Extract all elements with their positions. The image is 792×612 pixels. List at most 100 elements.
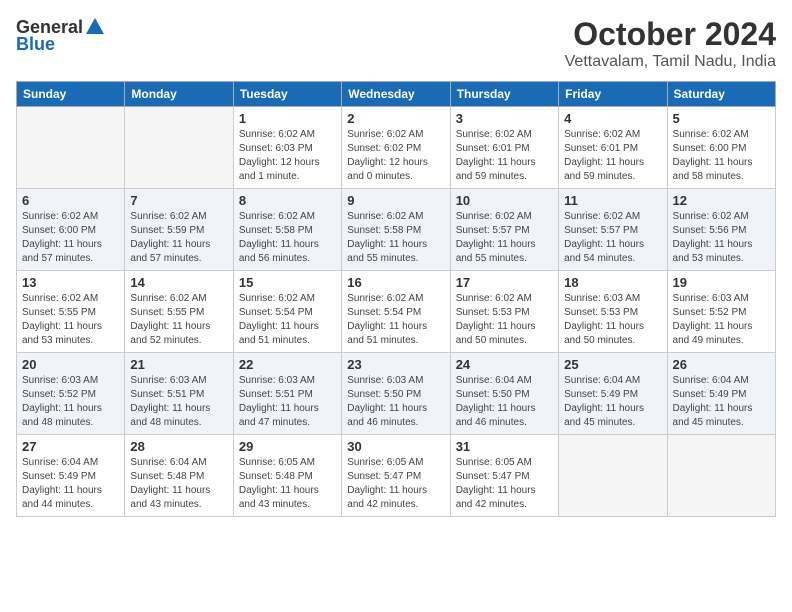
day-number: 15 (239, 275, 336, 290)
header: General Blue October 2024 Vettavalam, Ta… (16, 16, 776, 71)
day-info: Sunrise: 6:02 AM Sunset: 6:02 PM Dayligh… (347, 128, 444, 184)
header-saturday: Saturday (667, 82, 775, 107)
day-info: Sunrise: 6:02 AM Sunset: 6:03 PM Dayligh… (239, 128, 336, 184)
day-info: Sunrise: 6:04 AM Sunset: 5:49 PM Dayligh… (673, 374, 770, 430)
calendar-cell: 8 Sunrise: 6:02 AM Sunset: 5:58 PM Daylig… (233, 189, 341, 271)
calendar-week-5: 27Sunrise: 6:04 AM Sunset: 5:49 PM Dayli… (17, 435, 776, 517)
day-info: Sunrise: 6:03 AM Sunset: 5:51 PM Dayligh… (239, 374, 336, 430)
day-info: Sunrise: 6:03 AM Sunset: 5:51 PM Dayligh… (130, 374, 227, 430)
header-friday: Friday (559, 82, 667, 107)
calendar-cell: 13 Sunrise: 6:02 AM Sunset: 5:55 PM Dayli… (17, 271, 125, 353)
day-info: Sunrise: 6:02 AM Sunset: 5:55 PM Dayligh… (22, 292, 119, 348)
calendar-cell: 3 Sunrise: 6:02 AM Sunset: 6:01 PM Daylig… (450, 107, 558, 189)
calendar-header-row: SundayMondayTuesdayWednesdayThursdayFrid… (17, 82, 776, 107)
calendar-cell: 10Sunrise: 6:02 AM Sunset: 5:57 PM Dayli… (450, 189, 558, 271)
day-number: 17 (456, 275, 553, 290)
calendar-cell: 15 Sunrise: 6:02 AM Sunset: 5:54 PM Dayli… (233, 271, 341, 353)
calendar-cell: 23 Sunrise: 6:03 AM Sunset: 5:50 PM Dayli… (342, 353, 450, 435)
day-info: Sunrise: 6:02 AM Sunset: 5:53 PM Dayligh… (456, 292, 553, 348)
day-info: Sunrise: 6:02 AM Sunset: 5:55 PM Dayligh… (130, 292, 227, 348)
day-number: 9 (347, 193, 444, 208)
day-number: 6 (22, 193, 119, 208)
calendar-cell (667, 435, 775, 517)
calendar-cell (559, 435, 667, 517)
calendar-week-1: 1 Sunrise: 6:02 AM Sunset: 6:03 PM Daylig… (17, 107, 776, 189)
calendar-cell: 4 Sunrise: 6:02 AM Sunset: 6:01 PM Daylig… (559, 107, 667, 189)
day-number: 7 (130, 193, 227, 208)
logo: General Blue (16, 16, 107, 55)
calendar-cell: 26 Sunrise: 6:04 AM Sunset: 5:49 PM Dayli… (667, 353, 775, 435)
calendar-cell: 22 Sunrise: 6:03 AM Sunset: 5:51 PM Dayli… (233, 353, 341, 435)
calendar-week-3: 13 Sunrise: 6:02 AM Sunset: 5:55 PM Dayli… (17, 271, 776, 353)
location-title: Vettavalam, Tamil Nadu, India (565, 53, 776, 71)
day-info: Sunrise: 6:03 AM Sunset: 5:52 PM Dayligh… (22, 374, 119, 430)
day-info: Sunrise: 6:02 AM Sunset: 6:01 PM Dayligh… (564, 128, 661, 184)
calendar-cell: 31 Sunrise: 6:05 AM Sunset: 5:47 PM Dayli… (450, 435, 558, 517)
calendar-cell: 21 Sunrise: 6:03 AM Sunset: 5:51 PM Dayli… (125, 353, 233, 435)
day-info: Sunrise: 6:02 AM Sunset: 6:01 PM Dayligh… (456, 128, 553, 184)
header-sunday: Sunday (17, 82, 125, 107)
calendar-cell: 1 Sunrise: 6:02 AM Sunset: 6:03 PM Daylig… (233, 107, 341, 189)
month-title: October 2024 (565, 16, 776, 53)
day-number: 20 (22, 357, 119, 372)
calendar-cell: 27Sunrise: 6:04 AM Sunset: 5:49 PM Dayli… (17, 435, 125, 517)
calendar-cell: 16 Sunrise: 6:02 AM Sunset: 5:54 PM Dayli… (342, 271, 450, 353)
day-info: Sunrise: 6:02 AM Sunset: 5:56 PM Dayligh… (673, 210, 770, 266)
calendar-cell: 9 Sunrise: 6:02 AM Sunset: 5:58 PM Daylig… (342, 189, 450, 271)
day-info: Sunrise: 6:02 AM Sunset: 5:57 PM Dayligh… (564, 210, 661, 266)
day-info: Sunrise: 6:02 AM Sunset: 5:57 PM Dayligh… (456, 210, 553, 266)
day-info: Sunrise: 6:02 AM Sunset: 5:58 PM Dayligh… (239, 210, 336, 266)
title-section: October 2024 Vettavalam, Tamil Nadu, Ind… (565, 16, 776, 71)
calendar-cell: 2Sunrise: 6:02 AM Sunset: 6:02 PM Daylig… (342, 107, 450, 189)
day-number: 29 (239, 439, 336, 454)
calendar-cell: 30 Sunrise: 6:05 AM Sunset: 5:47 PM Dayli… (342, 435, 450, 517)
day-info: Sunrise: 6:02 AM Sunset: 6:00 PM Dayligh… (673, 128, 770, 184)
day-number: 11 (564, 193, 661, 208)
calendar-cell: 11 Sunrise: 6:02 AM Sunset: 5:57 PM Dayli… (559, 189, 667, 271)
day-number: 27 (22, 439, 119, 454)
day-info: Sunrise: 6:04 AM Sunset: 5:48 PM Dayligh… (130, 456, 227, 512)
day-number: 22 (239, 357, 336, 372)
calendar-cell: 17 Sunrise: 6:02 AM Sunset: 5:53 PM Dayli… (450, 271, 558, 353)
day-number: 4 (564, 111, 661, 126)
day-number: 21 (130, 357, 227, 372)
calendar-cell: 20 Sunrise: 6:03 AM Sunset: 5:52 PM Dayli… (17, 353, 125, 435)
day-number: 1 (239, 111, 336, 126)
logo-icon (84, 16, 106, 38)
day-number: 18 (564, 275, 661, 290)
calendar-cell: 24Sunrise: 6:04 AM Sunset: 5:50 PM Dayli… (450, 353, 558, 435)
day-number: 31 (456, 439, 553, 454)
calendar-week-4: 20 Sunrise: 6:03 AM Sunset: 5:52 PM Dayli… (17, 353, 776, 435)
day-number: 26 (673, 357, 770, 372)
day-number: 13 (22, 275, 119, 290)
header-tuesday: Tuesday (233, 82, 341, 107)
day-number: 3 (456, 111, 553, 126)
day-number: 12 (673, 193, 770, 208)
day-number: 5 (673, 111, 770, 126)
day-number: 28 (130, 439, 227, 454)
day-info: Sunrise: 6:02 AM Sunset: 5:54 PM Dayligh… (347, 292, 444, 348)
calendar-cell (17, 107, 125, 189)
day-info: Sunrise: 6:02 AM Sunset: 5:54 PM Dayligh… (239, 292, 336, 348)
calendar-cell: 7Sunrise: 6:02 AM Sunset: 5:59 PM Daylig… (125, 189, 233, 271)
calendar-cell: 12 Sunrise: 6:02 AM Sunset: 5:56 PM Dayli… (667, 189, 775, 271)
day-info: Sunrise: 6:03 AM Sunset: 5:53 PM Dayligh… (564, 292, 661, 348)
calendar-cell: 6Sunrise: 6:02 AM Sunset: 6:00 PM Daylig… (17, 189, 125, 271)
day-number: 8 (239, 193, 336, 208)
day-number: 23 (347, 357, 444, 372)
day-info: Sunrise: 6:03 AM Sunset: 5:50 PM Dayligh… (347, 374, 444, 430)
calendar-cell: 25Sunrise: 6:04 AM Sunset: 5:49 PM Dayli… (559, 353, 667, 435)
header-monday: Monday (125, 82, 233, 107)
day-info: Sunrise: 6:04 AM Sunset: 5:49 PM Dayligh… (564, 374, 661, 430)
day-info: Sunrise: 6:05 AM Sunset: 5:47 PM Dayligh… (456, 456, 553, 512)
calendar-cell: 14Sunrise: 6:02 AM Sunset: 5:55 PM Dayli… (125, 271, 233, 353)
day-number: 16 (347, 275, 444, 290)
day-info: Sunrise: 6:05 AM Sunset: 5:47 PM Dayligh… (347, 456, 444, 512)
calendar-cell: 5 Sunrise: 6:02 AM Sunset: 6:00 PM Daylig… (667, 107, 775, 189)
day-info: Sunrise: 6:02 AM Sunset: 5:58 PM Dayligh… (347, 210, 444, 266)
calendar-cell: 29Sunrise: 6:05 AM Sunset: 5:48 PM Dayli… (233, 435, 341, 517)
day-number: 30 (347, 439, 444, 454)
day-info: Sunrise: 6:04 AM Sunset: 5:50 PM Dayligh… (456, 374, 553, 430)
calendar-cell (125, 107, 233, 189)
header-wednesday: Wednesday (342, 82, 450, 107)
